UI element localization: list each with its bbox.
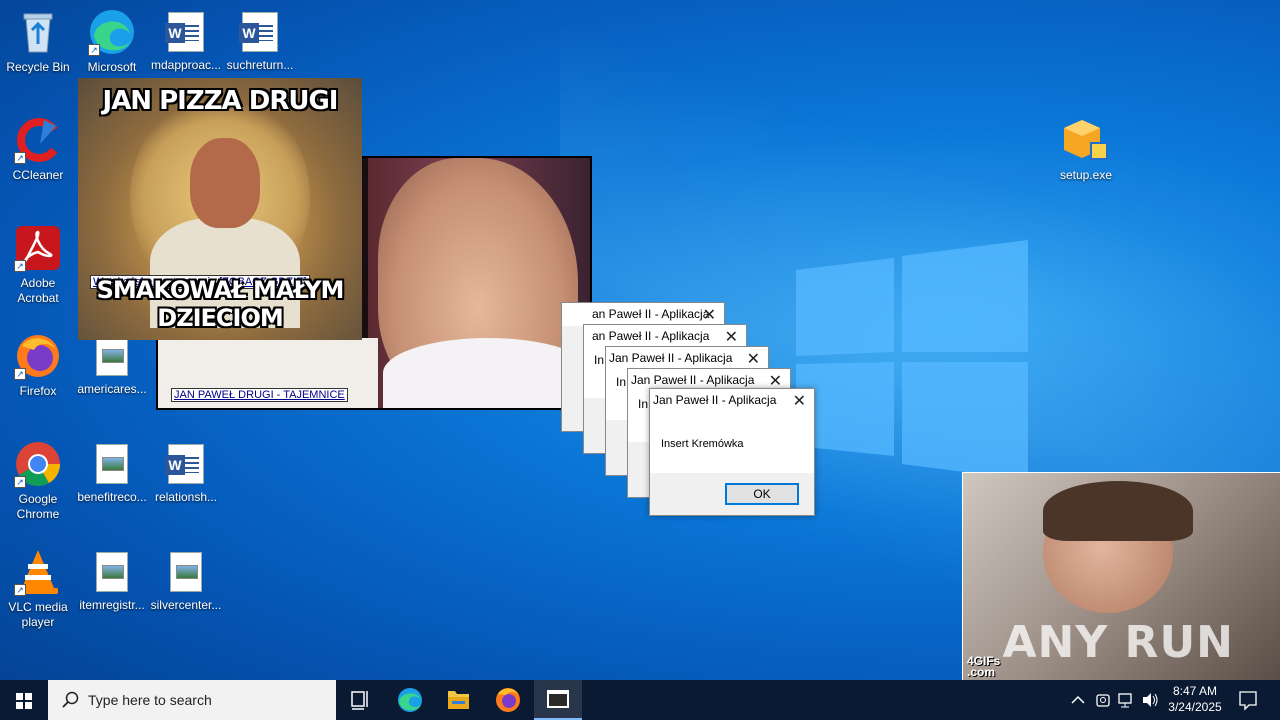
clock-time: 8:47 AM <box>1172 684 1218 698</box>
dialog-title: an Paweł II - Aplikacja <box>592 329 710 343</box>
firefox-icon <box>496 688 520 712</box>
image-file-icon <box>96 444 128 484</box>
shortcut-arrow-icon: ↗ <box>88 44 100 56</box>
taskbar-firefox[interactable] <box>484 680 532 720</box>
desktop-icon-mdapproac[interactable]: W mdapproac... <box>148 8 224 73</box>
window-app-icon <box>547 690 569 708</box>
notification-icon[interactable] <box>1236 680 1260 720</box>
network-icon[interactable] <box>1117 680 1135 720</box>
close-icon[interactable]: ✕ <box>703 305 716 325</box>
desktop-icon-setup-exe[interactable]: setup.exe <box>1048 116 1124 183</box>
meme-top-caption: JAN PIZZA DRUGI <box>102 86 339 116</box>
word-document-icon: W <box>239 12 278 52</box>
vlc-cone-icon: ↗ <box>14 548 62 596</box>
taskbar: Type here to search 8:47 AM 3/24/2025 <box>0 680 1280 720</box>
message-dialog-active[interactable]: Jan Paweł II - Aplikacja ✕ Insert Kremówk… <box>649 388 815 516</box>
desktop-icon-suchreturn[interactable]: W suchreturn... <box>222 8 298 73</box>
word-document-icon: W <box>165 444 204 484</box>
gif-source-watermark: 4GIFs .com <box>967 654 1001 679</box>
desktop-icon-label: CCleaner <box>12 168 64 182</box>
desktop-icon-firefox[interactable]: ↗ Firefox <box>0 332 76 399</box>
meet-now-icon[interactable] <box>1094 680 1112 720</box>
task-view-button[interactable] <box>336 680 384 720</box>
search-icon <box>62 691 79 708</box>
edge-icon: ↗ <box>88 8 136 56</box>
ccleaner-icon: ↗ <box>14 116 62 164</box>
clock-date: 3/24/2025 <box>1168 700 1222 714</box>
gif-popup-window[interactable]: 4GIFs .com ANY RUN <box>962 472 1280 680</box>
desktop-icon-label: setup.exe <box>1059 168 1113 182</box>
dialog-title: Jan Paweł II - Aplikacja <box>609 351 733 365</box>
shortcut-arrow-icon: ↗ <box>14 368 26 380</box>
taskbar-file-explorer[interactable] <box>434 680 482 720</box>
shortcut-arrow-icon: ↗ <box>14 476 26 488</box>
chevron-up-icon[interactable] <box>1068 680 1088 720</box>
dialog-message-fragment: In <box>616 375 627 389</box>
windows-logo-icon <box>16 693 32 709</box>
dialog-message: Insert Kremówka <box>661 438 744 450</box>
image-file-icon <box>96 336 128 376</box>
desktop-icon-benefitreco[interactable]: benefitreco... <box>74 440 150 505</box>
desktop-icon-vlc[interactable]: ↗ VLC media player <box>0 548 76 630</box>
desktop-icon-label: americares... <box>77 382 147 396</box>
search-placeholder: Type here to search <box>88 692 212 708</box>
desktop-icon-silvercenter[interactable]: silvercenter... <box>148 548 224 613</box>
volume-icon[interactable] <box>1140 680 1160 720</box>
desktop-icon-recycle-bin[interactable]: Recycle Bin <box>0 8 76 75</box>
close-icon[interactable]: ✕ <box>793 391 806 411</box>
image-file-icon <box>170 552 202 592</box>
taskbar-search-box[interactable]: Type here to search <box>48 680 336 720</box>
dialog-title: Jan Paweł II - Aplikacja <box>631 373 755 387</box>
desktop-icon-label: benefitreco... <box>77 490 147 504</box>
desktop-icon-label: relationsh... <box>154 490 218 504</box>
desktop-icon-label: Recycle Bin <box>6 60 70 74</box>
acrobat-icon: ↗ <box>14 224 62 272</box>
desktop-icon-label: Adobe Acrobat <box>17 276 59 305</box>
desktop-icon-label: itemregistr... <box>79 598 145 612</box>
desktop-icon-label: silvercenter... <box>150 598 222 612</box>
desktop-icon-label: Google Chrome <box>16 492 60 521</box>
dialog-message-fragment: In <box>594 353 605 367</box>
meme-bottom-caption: SMAKOWAŁ MAŁYM DZIECIOM <box>96 276 345 332</box>
anyrun-watermark: ANY RUN <box>1002 617 1234 668</box>
desktop-icon-google-chrome[interactable]: ↗ Google Chrome <box>0 440 76 522</box>
close-icon[interactable]: ✕ <box>747 349 760 369</box>
dialog-title: an Paweł II - Aplikacja <box>592 307 710 321</box>
ok-button[interactable]: OK <box>725 483 799 505</box>
firefox-icon: ↗ <box>14 332 62 380</box>
portrait-face <box>190 138 260 228</box>
shortcut-arrow-icon: ↗ <box>14 152 26 164</box>
installer-icon <box>1062 116 1110 164</box>
desktop-icon-relationsh[interactable]: W relationsh... <box>148 440 224 505</box>
video-popup-link[interactable]: JAN PAWEŁ DRUGI - TAJEMNICE <box>171 388 348 402</box>
desktop-icon-label: Microsoft <box>87 60 137 74</box>
shortcut-arrow-icon: ↗ <box>14 584 26 596</box>
taskbar-active-app[interactable] <box>534 680 582 720</box>
desktop-icon-americares[interactable]: americares... <box>74 332 150 397</box>
desktop-icon-microsoft-edge[interactable]: ↗ Microsoft <box>74 8 150 75</box>
dialog-title: Jan Paweł II - Aplikacja <box>653 393 777 407</box>
taskbar-clock[interactable]: 8:47 AM 3/24/2025 <box>1160 683 1230 715</box>
edge-icon <box>398 688 422 712</box>
start-button[interactable] <box>0 680 48 720</box>
recycle-bin-icon <box>14 8 62 56</box>
taskbar-edge[interactable] <box>386 680 434 720</box>
image-file-icon <box>96 552 128 592</box>
desktop-icon-label: mdapproac... <box>150 58 222 72</box>
word-document-icon: W <box>165 12 204 52</box>
close-icon[interactable]: ✕ <box>725 327 738 347</box>
dialog-message-fragment: In <box>638 397 649 411</box>
desktop-icon-label: VLC media player <box>8 600 68 629</box>
task-view-icon <box>351 691 368 710</box>
chrome-icon: ↗ <box>14 440 62 488</box>
desktop-icon-ccleaner[interactable]: ↗ CCleaner <box>0 116 76 183</box>
pizza-meme-popup[interactable]: JAN PIZZA DRUGI Watykańska gastronomia [… <box>78 78 362 340</box>
desktop-icon-adobe-acrobat[interactable]: ↗ Adobe Acrobat <box>0 224 76 306</box>
folder-icon <box>448 691 469 709</box>
windows-wallpaper-logo <box>796 240 1028 480</box>
desktop-icon-label: Firefox <box>19 384 57 398</box>
desktop-icon-itemregistr[interactable]: itemregistr... <box>74 548 150 613</box>
desktop-icon-label: suchreturn... <box>226 58 294 72</box>
shortcut-arrow-icon: ↗ <box>14 260 26 272</box>
